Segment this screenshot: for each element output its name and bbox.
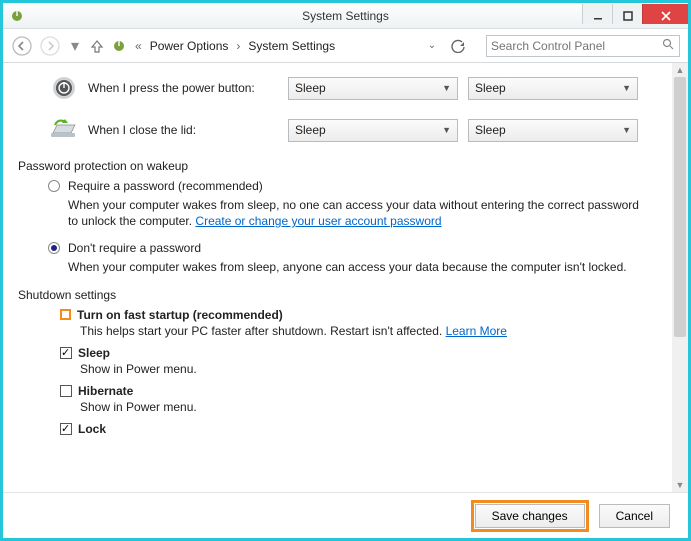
dont-require-password-radio[interactable]: Don't require a password [48,241,648,255]
radio-icon [48,180,60,192]
laptop-lid-icon [48,117,80,143]
recent-dropdown-icon[interactable]: ▾ [67,38,83,54]
maximize-button[interactable] [612,4,642,24]
search-input[interactable] [487,36,657,56]
chevron-down-icon: ▼ [442,83,451,93]
chevron-down-icon: ▼ [622,83,631,93]
chevron-down-icon: ▼ [442,125,451,135]
require-password-label: Require a password (recommended) [68,179,263,193]
password-protection-heading: Password protection on wakeup [18,159,648,173]
refresh-button[interactable] [450,38,466,54]
power-button-icon [48,75,80,101]
close-lid-battery-dropdown[interactable]: Sleep ▼ [288,119,458,142]
forward-button[interactable] [39,35,61,57]
power-button-row: When I press the power button: Sleep ▼ S… [48,75,648,101]
scrollbar-thumb[interactable] [674,77,686,337]
hibernate-checkbox[interactable]: Hibernate [60,384,648,398]
window-controls [582,7,688,24]
power-options-icon [111,38,127,54]
nav-bar: ▾ « Power Options › System Settings ⌄ [3,29,688,63]
minimize-button[interactable] [582,4,612,24]
chevron-down-icon: ▼ [622,125,631,135]
window: System Settings ▾ « Power Optio [0,0,691,541]
save-changes-button[interactable]: Save changes [475,504,585,528]
dropdown-value: Sleep [475,81,506,95]
cancel-button[interactable]: Cancel [599,504,670,528]
sleep-checkbox[interactable]: Sleep [60,346,648,360]
save-button-highlight: Save changes [471,500,589,532]
power-button-label: When I press the power button: [88,81,288,95]
scroll-up-icon[interactable]: ▲ [672,63,688,77]
power-button-battery-dropdown[interactable]: Sleep ▼ [288,77,458,100]
back-button[interactable] [11,35,33,57]
learn-more-link[interactable]: Learn More [446,324,507,338]
title-bar: System Settings [3,3,688,29]
sleep-label: Sleep [78,346,110,360]
fast-startup-desc: This helps start your PC faster after sh… [80,324,648,338]
dropdown-value: Sleep [295,123,326,137]
hibernate-desc: Show in Power menu. [80,400,648,414]
require-password-radio[interactable]: Require a password (recommended) [48,179,648,193]
search-box[interactable] [486,35,680,57]
hibernate-label: Hibernate [78,384,133,398]
fast-startup-checkbox[interactable]: Turn on fast startup (recommended) [60,308,648,322]
breadcrumb-power-options[interactable]: Power Options [150,39,229,53]
lock-checkbox[interactable]: Lock [60,422,648,436]
scroll-down-icon[interactable]: ▼ [672,478,688,492]
content: When I press the power button: Sleep ▼ S… [3,63,672,492]
up-button[interactable] [89,38,105,54]
dropdown-value: Sleep [295,81,326,95]
close-button[interactable] [642,4,688,24]
dont-require-password-label: Don't require a password [68,241,201,255]
breadcrumb-system-settings[interactable]: System Settings [248,39,335,53]
shutdown-settings-heading: Shutdown settings [18,288,648,302]
fast-startup-label: Turn on fast startup (recommended) [77,308,283,322]
radio-icon [48,242,60,254]
lock-label: Lock [78,422,106,436]
power-options-icon [9,8,25,24]
chevron-right-icon: › [234,39,242,53]
vertical-scrollbar[interactable]: ▲ ▼ [672,63,688,492]
power-button-plugged-dropdown[interactable]: Sleep ▼ [468,77,638,100]
checkbox-icon [60,423,72,435]
require-password-desc: When your computer wakes from sleep, no … [68,197,648,229]
close-lid-row: When I close the lid: Sleep ▼ Sleep ▼ [48,117,648,143]
checkbox-icon [60,309,71,320]
chevron-right-icon: « [133,39,144,53]
content-area: When I press the power button: Sleep ▼ S… [3,63,688,492]
checkbox-icon [60,385,72,397]
close-lid-plugged-dropdown[interactable]: Sleep ▼ [468,119,638,142]
footer: Save changes Cancel [3,492,688,538]
close-lid-label: When I close the lid: [88,123,288,137]
dont-require-password-desc: When your computer wakes from sleep, any… [68,259,648,275]
breadcrumb-dropdown[interactable]: ⌄ [424,38,440,54]
search-icon[interactable] [657,37,679,55]
checkbox-icon [60,347,72,359]
create-password-link[interactable]: Create or change your user account passw… [195,214,441,228]
dropdown-value: Sleep [475,123,506,137]
sleep-desc: Show in Power menu. [80,362,648,376]
